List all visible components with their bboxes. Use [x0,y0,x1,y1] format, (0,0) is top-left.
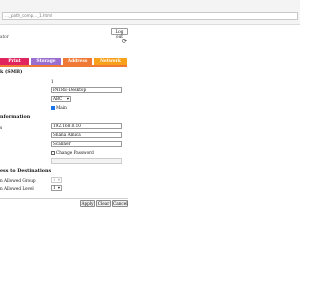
change-password-label: Change Password [56,150,94,155]
main-checkbox[interactable] [51,106,55,110]
cancel-button[interactable]: Cancel [112,200,128,207]
tab-network[interactable]: Network [94,58,127,65]
tab-storage[interactable]: Storage [31,58,61,65]
chevron-down-icon: ▾ [57,177,60,182]
new-password-field[interactable] [51,158,122,164]
allowed-group-value: 1 [53,177,56,182]
registration-number: 1 [51,79,54,84]
destinations-section-heading: ess to Destinations [0,168,52,174]
chevron-down-icon: ▾ [66,96,69,101]
protocol-select-value: ABC [53,96,63,101]
main-checkbox-label: Main [56,105,67,110]
allowed-group-label: n Allowed Group [0,178,36,183]
information-section-heading: nformation [0,114,31,120]
change-password-checkbox[interactable] [51,151,55,155]
tab-underline [0,65,127,67]
apply-button[interactable]: Apply [80,200,95,207]
allowed-level-value: 1 [53,185,56,190]
address-row-label: s [0,125,3,130]
tab-print[interactable]: Print [0,58,29,65]
password-field[interactable]: Scanner [51,141,122,147]
form-divider [0,198,128,199]
host-name-field[interactable]: PATRE-Desktop [51,87,122,93]
smb-section-heading: k (SMB) [0,69,23,75]
chevron-down-icon: ▾ [57,185,60,190]
refresh-icon[interactable]: ⟳ [122,39,128,45]
protocol-select[interactable]: ABC ▾ [51,96,71,102]
allowed-group-select[interactable]: 1 ▾ [51,177,62,183]
allowed-level-label: n Allowed Level [0,186,34,191]
ip-address-field[interactable]: 192.168.0.10 [51,123,122,129]
page-title: ator [0,34,9,39]
clear-button[interactable]: Clear [96,200,111,207]
tab-address[interactable]: Address [63,58,92,65]
logout-button[interactable]: Log out [111,28,128,39]
address-bar-text: …_path_comp…_1.html [5,13,53,18]
allowed-level-select[interactable]: 1 ▾ [51,185,62,191]
user-name-field[interactable]: Shana Amica [51,132,122,138]
